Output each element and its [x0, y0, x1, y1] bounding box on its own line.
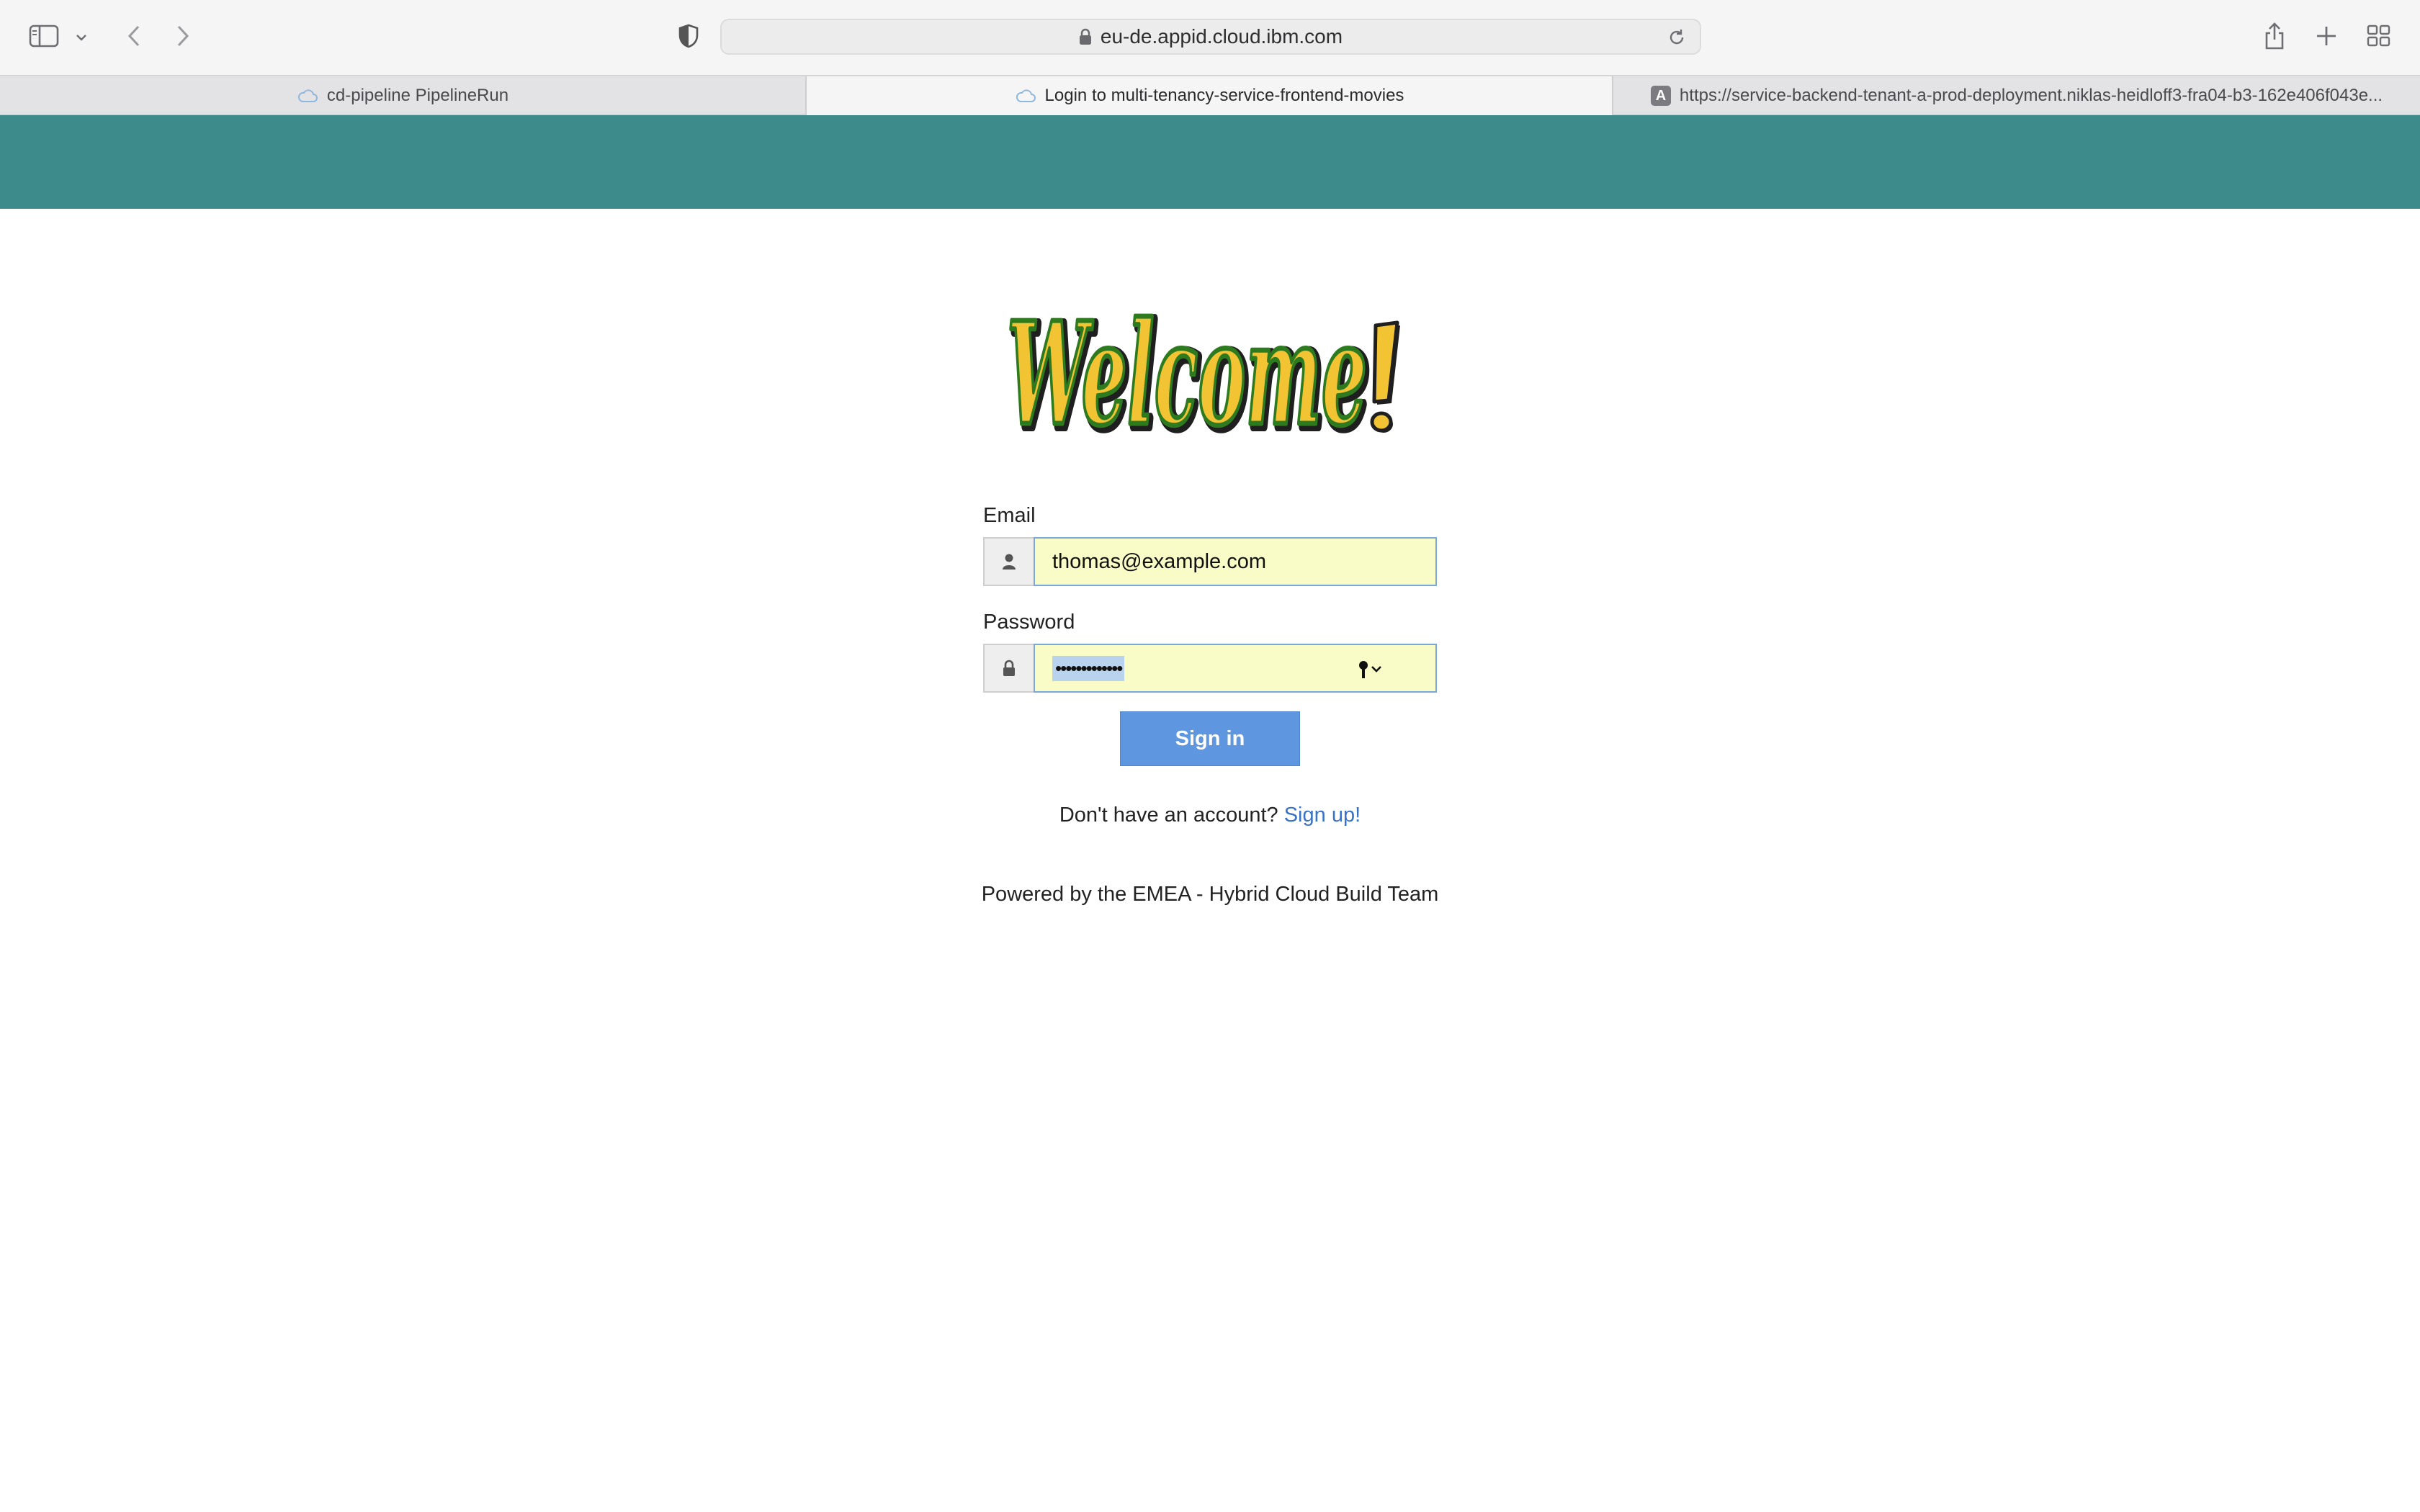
password-input-group: •••••••••••••: [983, 644, 1437, 693]
lock-icon: [983, 644, 1034, 693]
powered-by-footer: Powered by the EMEA - Hybrid Cloud Build…: [981, 883, 1439, 906]
new-tab-icon[interactable]: [2312, 22, 2341, 50]
email-input[interactable]: [1052, 549, 1435, 574]
browser-toolbar: eu-de.appid.cloud.ibm.com: [0, 0, 2420, 75]
page-header-band: [0, 115, 2420, 209]
signup-prompt-line: Don't have an account? Sign up!: [0, 804, 2420, 827]
address-bar[interactable]: eu-de.appid.cloud.ibm.com: [720, 19, 1701, 55]
tab-overview-icon[interactable]: [2364, 22, 2394, 50]
password-key-icon[interactable]: [1356, 660, 1385, 680]
forward-icon[interactable]: [169, 22, 197, 50]
sidebar-toggle-icon[interactable]: [26, 22, 62, 50]
tab-title: Login to multi-tenancy-service-frontend-…: [1044, 86, 1404, 105]
reload-icon[interactable]: [1667, 27, 1687, 51]
tab-service-backend[interactable]: A https://service-backend-tenant-a-prod-…: [1613, 76, 2420, 115]
tab-title: https://service-backend-tenant-a-prod-de…: [1679, 86, 2383, 105]
share-icon[interactable]: [2260, 19, 2289, 53]
tab-cd-pipeline[interactable]: cd-pipeline PipelineRun: [0, 76, 805, 115]
a-letter-icon: A: [1650, 86, 1671, 106]
cloud-icon: [297, 88, 318, 104]
tab-bar: cd-pipeline PipelineRun Login to multi-t…: [0, 75, 2420, 115]
chevron-down-icon[interactable]: [71, 27, 92, 48]
tab-title: cd-pipeline PipelineRun: [326, 86, 509, 105]
sign-up-link[interactable]: Sign up!: [1284, 804, 1361, 827]
tab-login[interactable]: Login to multi-tenancy-service-frontend-…: [807, 76, 1612, 115]
password-field[interactable]: •••••••••••••: [1034, 644, 1437, 693]
lock-icon: [1079, 28, 1092, 45]
email-input-group: [983, 537, 1437, 586]
user-icon: [983, 537, 1034, 586]
url-text: eu-de.appid.cloud.ibm.com: [1100, 25, 1343, 48]
sign-in-button[interactable]: Sign in: [1120, 711, 1300, 766]
back-icon[interactable]: [120, 22, 148, 50]
login-form: Email Password •••••••••••••: [983, 504, 1437, 693]
cloud-icon: [1015, 88, 1036, 104]
privacy-shield-icon[interactable]: [674, 22, 703, 50]
signup-prompt: Don't have an account?: [1059, 804, 1278, 827]
email-field[interactable]: [1034, 537, 1437, 586]
email-label: Email: [983, 504, 1036, 527]
svg-text:Welcome: Welcome: [1007, 292, 1367, 452]
password-value: •••••••••••••: [1052, 655, 1125, 681]
password-label: Password: [983, 611, 1075, 634]
welcome-logo: .wl { font-family: "DejaVu Serif", serif…: [1000, 272, 1417, 465]
